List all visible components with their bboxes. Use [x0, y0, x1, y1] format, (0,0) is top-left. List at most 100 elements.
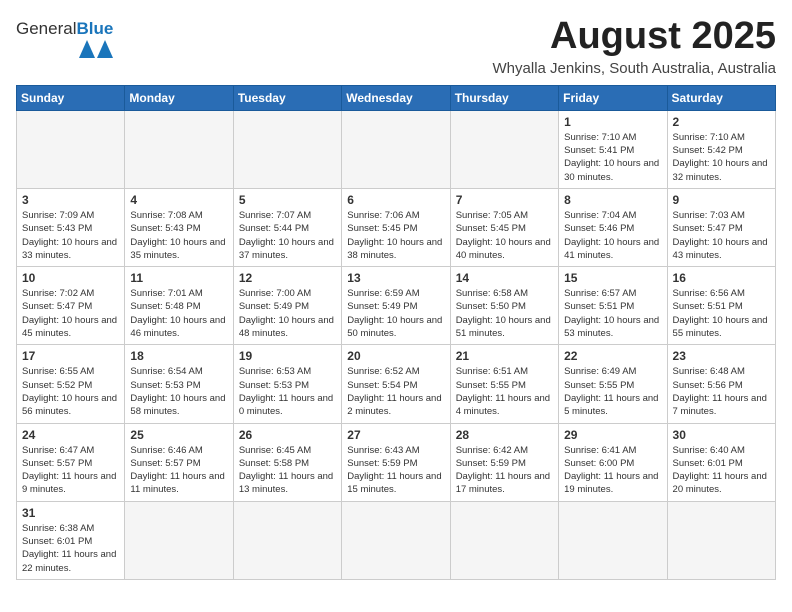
calendar-cell: 18 Sunrise: 6:54 AM Sunset: 5:53 PM Dayli… [125, 345, 233, 423]
calendar-cell: 17 Sunrise: 6:55 AM Sunset: 5:52 PM Dayli… [17, 345, 125, 423]
calendar-cell: 26 Sunrise: 6:45 AM Sunset: 5:58 PM Dayli… [233, 423, 341, 501]
day-info: Sunrise: 7:07 AM Sunset: 5:44 PM Dayligh… [239, 209, 336, 262]
calendar-cell: 10Sunrise: 7:02 AM Sunset: 5:47 PM Dayli… [17, 267, 125, 345]
calendar-week-5: 31 Sunrise: 6:38 AM Sunset: 6:01 PM Dayli… [17, 501, 776, 579]
calendar-week-2: 10Sunrise: 7:02 AM Sunset: 5:47 PM Dayli… [17, 267, 776, 345]
day-number: 2 [673, 115, 770, 129]
day-number: 24 [22, 428, 119, 442]
day-info: Sunrise: 6:51 AM Sunset: 5:55 PM Dayligh… [456, 365, 553, 418]
day-info: Sunrise: 6:49 AM Sunset: 5:55 PM Dayligh… [564, 365, 661, 418]
weekday-header-saturday: Saturday [667, 85, 775, 110]
day-number: 15 [564, 271, 661, 285]
day-number: 8 [564, 193, 661, 207]
day-info: Sunrise: 7:10 AM Sunset: 5:41 PM Dayligh… [564, 131, 661, 184]
day-number: 14 [456, 271, 553, 285]
day-info: Sunrise: 7:02 AM Sunset: 5:47 PM Dayligh… [22, 287, 119, 340]
calendar-cell: 13 Sunrise: 6:59 AM Sunset: 5:49 PM Dayli… [342, 267, 450, 345]
title-block: August 2025 Whyalla Jenkins, South Austr… [493, 16, 776, 77]
calendar-cell: 16Sunrise: 6:56 AM Sunset: 5:51 PM Dayli… [667, 267, 775, 345]
day-info: Sunrise: 7:05 AM Sunset: 5:45 PM Dayligh… [456, 209, 553, 262]
day-info: Sunrise: 6:41 AM Sunset: 6:00 PM Dayligh… [564, 444, 661, 497]
calendar-cell: 22 Sunrise: 6:49 AM Sunset: 5:55 PM Dayli… [559, 345, 667, 423]
day-number: 12 [239, 271, 336, 285]
calendar-cell: 4 Sunrise: 7:08 AM Sunset: 5:43 PM Daylig… [125, 188, 233, 266]
day-info: Sunrise: 7:10 AM Sunset: 5:42 PM Dayligh… [673, 131, 770, 184]
day-info: Sunrise: 7:09 AM Sunset: 5:43 PM Dayligh… [22, 209, 119, 262]
weekday-header-sunday: Sunday [17, 85, 125, 110]
day-number: 13 [347, 271, 444, 285]
calendar-cell [233, 110, 341, 188]
logo-text: GeneralBlue [16, 20, 113, 39]
calendar-cell: 9Sunrise: 7:03 AM Sunset: 5:47 PM Daylig… [667, 188, 775, 266]
calendar-cell: 21Sunrise: 6:51 AM Sunset: 5:55 PM Dayli… [450, 345, 558, 423]
calendar-week-4: 24Sunrise: 6:47 AM Sunset: 5:57 PM Dayli… [17, 423, 776, 501]
calendar-cell: 31 Sunrise: 6:38 AM Sunset: 6:01 PM Dayli… [17, 501, 125, 579]
calendar-cell: 7Sunrise: 7:05 AM Sunset: 5:45 PM Daylig… [450, 188, 558, 266]
calendar-cell: 3Sunrise: 7:09 AM Sunset: 5:43 PM Daylig… [17, 188, 125, 266]
calendar-cell: 8 Sunrise: 7:04 AM Sunset: 5:46 PM Daylig… [559, 188, 667, 266]
calendar-cell: 1Sunrise: 7:10 AM Sunset: 5:41 PM Daylig… [559, 110, 667, 188]
calendar-cell: 5 Sunrise: 7:07 AM Sunset: 5:44 PM Daylig… [233, 188, 341, 266]
day-info: Sunrise: 6:52 AM Sunset: 5:54 PM Dayligh… [347, 365, 444, 418]
calendar-cell [17, 110, 125, 188]
day-info: Sunrise: 6:38 AM Sunset: 6:01 PM Dayligh… [22, 522, 119, 575]
calendar-cell: 24Sunrise: 6:47 AM Sunset: 5:57 PM Dayli… [17, 423, 125, 501]
day-number: 6 [347, 193, 444, 207]
day-info: Sunrise: 6:58 AM Sunset: 5:50 PM Dayligh… [456, 287, 553, 340]
day-number: 23 [673, 349, 770, 363]
logo: GeneralBlue [16, 20, 113, 58]
calendar-cell [450, 110, 558, 188]
day-info: Sunrise: 6:48 AM Sunset: 5:56 PM Dayligh… [673, 365, 770, 418]
day-number: 30 [673, 428, 770, 442]
calendar-cell [667, 501, 775, 579]
day-number: 4 [130, 193, 227, 207]
calendar-week-3: 17 Sunrise: 6:55 AM Sunset: 5:52 PM Dayli… [17, 345, 776, 423]
calendar-cell: 23 Sunrise: 6:48 AM Sunset: 5:56 PM Dayli… [667, 345, 775, 423]
calendar-cell [125, 110, 233, 188]
day-number: 29 [564, 428, 661, 442]
day-number: 31 [22, 506, 119, 520]
day-info: Sunrise: 6:54 AM Sunset: 5:53 PM Dayligh… [130, 365, 227, 418]
day-info: Sunrise: 6:46 AM Sunset: 5:57 PM Dayligh… [130, 444, 227, 497]
calendar-cell: 29 Sunrise: 6:41 AM Sunset: 6:00 PM Dayli… [559, 423, 667, 501]
day-info: Sunrise: 6:57 AM Sunset: 5:51 PM Dayligh… [564, 287, 661, 340]
weekday-header-thursday: Thursday [450, 85, 558, 110]
day-number: 18 [130, 349, 227, 363]
calendar-week-0: 1Sunrise: 7:10 AM Sunset: 5:41 PM Daylig… [17, 110, 776, 188]
calendar-table: SundayMondayTuesdayWednesdayThursdayFrid… [16, 85, 776, 580]
day-number: 26 [239, 428, 336, 442]
calendar-cell [342, 501, 450, 579]
day-number: 28 [456, 428, 553, 442]
calendar-cell: 19Sunrise: 6:53 AM Sunset: 5:53 PM Dayli… [233, 345, 341, 423]
weekday-header-row: SundayMondayTuesdayWednesdayThursdayFrid… [17, 85, 776, 110]
day-info: Sunrise: 6:42 AM Sunset: 5:59 PM Dayligh… [456, 444, 553, 497]
day-number: 22 [564, 349, 661, 363]
calendar-cell: 15 Sunrise: 6:57 AM Sunset: 5:51 PM Dayli… [559, 267, 667, 345]
calendar-cell: 11Sunrise: 7:01 AM Sunset: 5:48 PM Dayli… [125, 267, 233, 345]
calendar-week-1: 3Sunrise: 7:09 AM Sunset: 5:43 PM Daylig… [17, 188, 776, 266]
calendar-cell: 25Sunrise: 6:46 AM Sunset: 5:57 PM Dayli… [125, 423, 233, 501]
calendar-cell: 27 Sunrise: 6:43 AM Sunset: 5:59 PM Dayli… [342, 423, 450, 501]
day-info: Sunrise: 6:43 AM Sunset: 5:59 PM Dayligh… [347, 444, 444, 497]
location-title: Whyalla Jenkins, South Australia, Austra… [493, 60, 776, 77]
day-info: Sunrise: 7:00 AM Sunset: 5:49 PM Dayligh… [239, 287, 336, 340]
day-info: Sunrise: 7:06 AM Sunset: 5:45 PM Dayligh… [347, 209, 444, 262]
calendar-cell: 6 Sunrise: 7:06 AM Sunset: 5:45 PM Daylig… [342, 188, 450, 266]
day-info: Sunrise: 6:59 AM Sunset: 5:49 PM Dayligh… [347, 287, 444, 340]
weekday-header-wednesday: Wednesday [342, 85, 450, 110]
day-number: 5 [239, 193, 336, 207]
day-info: Sunrise: 6:53 AM Sunset: 5:53 PM Dayligh… [239, 365, 336, 418]
day-info: Sunrise: 7:04 AM Sunset: 5:46 PM Dayligh… [564, 209, 661, 262]
day-info: Sunrise: 7:08 AM Sunset: 5:43 PM Dayligh… [130, 209, 227, 262]
calendar-cell: 14 Sunrise: 6:58 AM Sunset: 5:50 PM Dayli… [450, 267, 558, 345]
day-info: Sunrise: 7:03 AM Sunset: 5:47 PM Dayligh… [673, 209, 770, 262]
header: GeneralBlue August 2025 Whyalla Jenkins,… [16, 16, 776, 77]
calendar-cell [450, 501, 558, 579]
calendar-cell [125, 501, 233, 579]
day-info: Sunrise: 6:45 AM Sunset: 5:58 PM Dayligh… [239, 444, 336, 497]
weekday-header-monday: Monday [125, 85, 233, 110]
day-number: 17 [22, 349, 119, 363]
day-number: 27 [347, 428, 444, 442]
day-info: Sunrise: 6:55 AM Sunset: 5:52 PM Dayligh… [22, 365, 119, 418]
day-info: Sunrise: 6:40 AM Sunset: 6:01 PM Dayligh… [673, 444, 770, 497]
